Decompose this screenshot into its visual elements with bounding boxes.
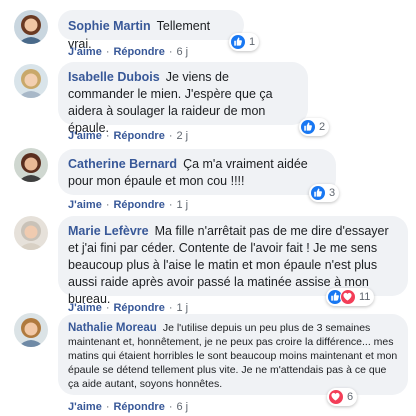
comment-bubble: Sophie Martin Tellement vrai. [58,10,244,51]
avatar[interactable] [14,216,48,250]
comment-actions: J'aime · Répondre · 2 j [68,130,189,142]
reaction-count: 11 [359,291,371,303]
reaction-summary[interactable]: 1 [229,33,260,51]
avatar[interactable] [14,10,48,44]
comment-bubble: Catherine Bernard Ça m'a vraiment aidée p… [58,149,336,195]
reaction-summary[interactable]: 6 [327,388,358,406]
reply-link[interactable]: Répondre [113,199,164,211]
like-link[interactable]: J'aime [68,302,102,314]
reply-link[interactable]: Répondre [113,46,164,58]
author-name[interactable]: Marie Lefèvre [68,224,149,238]
reaction-summary[interactable]: 2 [299,118,330,136]
avatar[interactable] [14,148,48,182]
comment-actions: J'aime · Répondre · 1 j [68,302,189,314]
comment-actions: J'aime · Répondre · 6 j [68,401,189,413]
comment-actions: J'aime · Répondre · 6 j [68,46,189,58]
love-reaction-icon [328,389,344,405]
author-name[interactable]: Sophie Martin [68,19,151,33]
avatar[interactable] [14,313,48,347]
reaction-count: 1 [249,36,256,48]
comment-bubble: Isabelle Dubois Je viens de commander le … [58,62,308,135]
reply-link[interactable]: Répondre [113,130,164,142]
like-reaction-icon [300,119,316,135]
reaction-count: 6 [347,391,354,403]
reply-link[interactable]: Répondre [113,302,164,314]
author-name[interactable]: Nathalie Moreau [68,322,157,334]
like-reaction-icon [230,34,246,50]
timestamp[interactable]: 1 j [177,302,189,314]
reaction-summary[interactable]: 11 [326,288,375,306]
like-link[interactable]: J'aime [68,46,102,58]
reaction-count: 2 [319,121,326,133]
timestamp[interactable]: 1 j [177,199,189,211]
like-link[interactable]: J'aime [68,199,102,211]
like-link[interactable]: J'aime [68,130,102,142]
author-name[interactable]: Catherine Bernard [68,157,177,171]
author-name[interactable]: Isabelle Dubois [68,70,160,84]
timestamp[interactable]: 6 j [177,401,189,413]
reaction-summary[interactable]: 3 [309,184,340,202]
timestamp[interactable]: 2 j [177,130,189,142]
timestamp[interactable]: 6 j [177,46,189,58]
avatar[interactable] [14,64,48,98]
reaction-count: 3 [329,187,336,199]
reply-link[interactable]: Répondre [113,401,164,413]
comment-bubble: Nathalie Moreau Je l'utilise depuis un pe… [58,314,408,395]
like-reaction-icon [310,185,326,201]
comment-actions: J'aime · Répondre · 1 j [68,199,189,211]
love-reaction-icon [340,289,356,305]
comment-bubble: Marie Lefèvre Ma fille n'arrêtait pas de … [58,216,408,306]
like-link[interactable]: J'aime [68,401,102,413]
